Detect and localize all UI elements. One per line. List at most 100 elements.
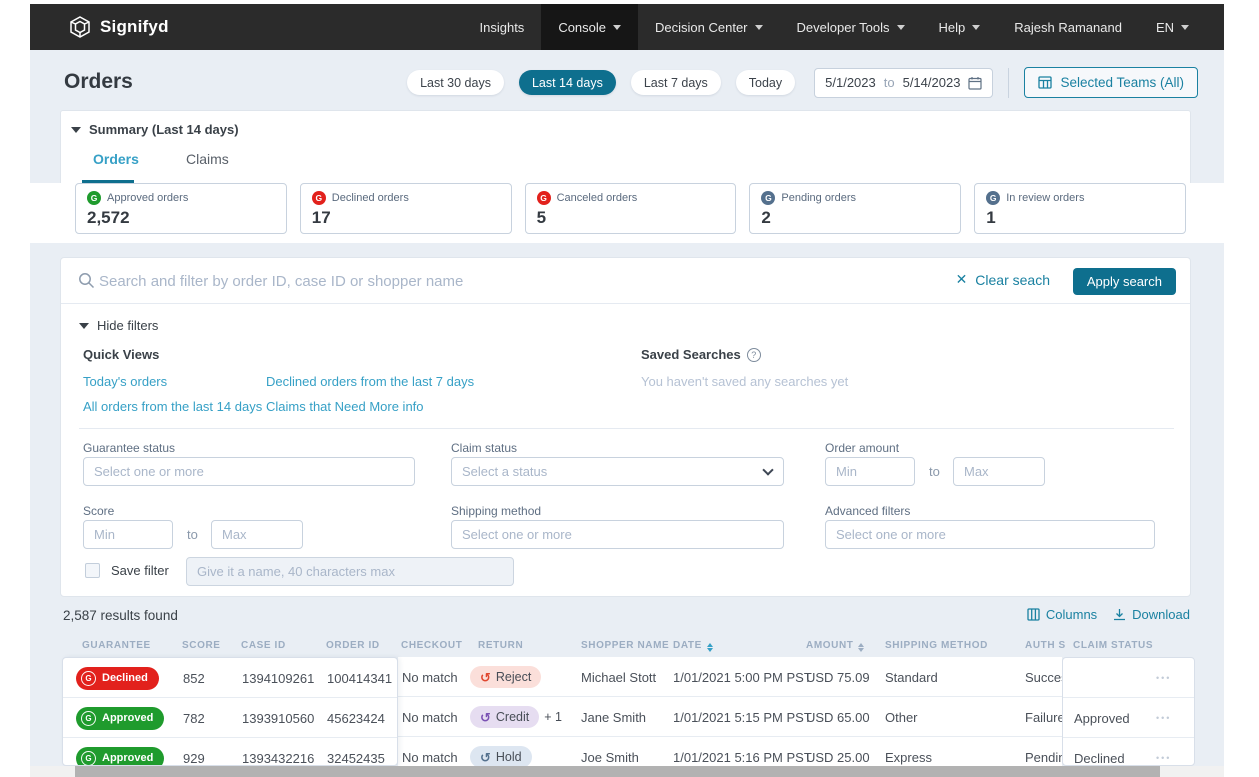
case-id-cell[interactable]: 1394109261 bbox=[242, 658, 314, 698]
active-tab-underline bbox=[82, 180, 134, 183]
col-header-auth-status[interactable]: AUTH S bbox=[1025, 640, 1066, 651]
row-menu-icon[interactable]: ••• bbox=[1156, 738, 1171, 766]
score-cell: 852 bbox=[183, 658, 205, 698]
calendar-icon[interactable] bbox=[968, 76, 982, 90]
tab-claims[interactable]: Claims bbox=[186, 151, 229, 167]
table-row[interactable]: G Declined 852 1394109261 100414341 bbox=[63, 658, 397, 698]
order-id-cell[interactable]: 32452435 bbox=[327, 738, 385, 766]
advanced-filters-input[interactable] bbox=[825, 520, 1155, 549]
horizontal-scrollbar-thumb[interactable] bbox=[75, 766, 1160, 777]
nav-item-console[interactable]: Console bbox=[541, 4, 638, 50]
horizontal-scrollbar-track[interactable] bbox=[30, 766, 1224, 777]
clear-search-button[interactable]: ✕ Clear seach bbox=[956, 271, 1050, 288]
selected-teams-button[interactable]: Selected Teams (All) bbox=[1024, 67, 1198, 98]
guarantee-status-input[interactable] bbox=[83, 457, 415, 486]
range-pill-last-7-days[interactable]: Last 7 days bbox=[631, 70, 721, 95]
chevron-down-icon bbox=[1181, 25, 1189, 30]
search-input[interactable] bbox=[99, 266, 939, 296]
amount-cell: USD 75.09 bbox=[806, 657, 870, 697]
col-header-checkout[interactable]: CHECKOUT bbox=[401, 640, 462, 651]
summary-card-label: Declined orders bbox=[332, 192, 409, 204]
columns-button[interactable]: Columns bbox=[1027, 607, 1097, 622]
guarantee-approved-pill[interactable]: G Approved bbox=[76, 747, 164, 767]
range-pill-last-14-days[interactable]: Last 14 days bbox=[519, 70, 616, 95]
col-header-date[interactable]: DATE bbox=[673, 640, 713, 652]
nav-item-decision-center[interactable]: Decision Center bbox=[638, 4, 780, 50]
signifyd-logo[interactable]: Signifyd bbox=[68, 15, 169, 39]
sort-icon[interactable] bbox=[858, 643, 864, 652]
nav-item-insights[interactable]: Insights bbox=[463, 4, 542, 50]
claim-status-select[interactable] bbox=[451, 457, 784, 486]
quick-view-all-14-days[interactable]: All orders from the last 14 days bbox=[83, 399, 262, 414]
order-amount-min-input[interactable] bbox=[825, 457, 915, 486]
date-range-picker[interactable]: 5/1/2023 to 5/14/2023 bbox=[814, 68, 993, 98]
col-header-shipping-method[interactable]: SHIPPING METHOD bbox=[885, 640, 988, 651]
score-cell: 929 bbox=[183, 738, 205, 766]
guarantee-declined-pill[interactable]: G Declined bbox=[76, 667, 159, 690]
table-row[interactable]: No match ↺Hold Joe Smith 1/01/2021 5:16 … bbox=[398, 737, 1062, 766]
table-row[interactable]: No match ↺Reject Michael Stott 1/01/2021… bbox=[398, 657, 1062, 697]
save-filter-name-input[interactable] bbox=[186, 557, 514, 586]
quick-view-claims-more-info[interactable]: Claims that Need More info bbox=[266, 399, 424, 414]
chevron-down-icon bbox=[897, 25, 905, 30]
save-filter-label: Save filter bbox=[111, 563, 169, 578]
date-range-controls: Last 30 days Last 14 days Last 7 days To… bbox=[407, 67, 1198, 98]
quick-view-todays-orders[interactable]: Today's orders bbox=[83, 374, 167, 389]
col-header-shopper-name[interactable]: SHOPPER NAME bbox=[581, 640, 669, 651]
case-id-cell[interactable]: 1393910560 bbox=[242, 698, 314, 738]
table-row[interactable]: ••• bbox=[1063, 658, 1194, 698]
tab-orders[interactable]: Orders bbox=[93, 151, 139, 167]
search-filter-panel: ✕ Clear seach Apply search Hide filters … bbox=[60, 257, 1191, 597]
guarantee-seal-icon: G bbox=[81, 751, 96, 766]
date-from-value[interactable]: 5/1/2023 bbox=[825, 75, 876, 90]
summary-collapse-toggle[interactable]: Summary (Last 14 days) bbox=[71, 122, 239, 137]
range-pill-last-30-days[interactable]: Last 30 days bbox=[407, 70, 504, 95]
col-header-score[interactable]: SCORE bbox=[182, 640, 221, 651]
nav-item-language[interactable]: EN bbox=[1139, 4, 1206, 50]
order-amount-max-input[interactable] bbox=[953, 457, 1045, 486]
table-row[interactable]: Declined ••• bbox=[1063, 738, 1194, 766]
quick-view-declined-7-days[interactable]: Declined orders from the last 7 days bbox=[266, 374, 474, 389]
case-id-cell[interactable]: 1393432216 bbox=[242, 738, 314, 766]
summary-card-label: Pending orders bbox=[781, 192, 856, 204]
top-navbar: Signifyd Insights Console Decision Cente… bbox=[30, 4, 1224, 50]
summary-card-in-review: G In review orders 1 bbox=[974, 183, 1186, 234]
table-row[interactable]: Approved ••• bbox=[1063, 698, 1194, 738]
col-header-guarantee[interactable]: GUARANTEE bbox=[82, 640, 151, 651]
download-button[interactable]: Download bbox=[1113, 607, 1190, 622]
col-header-claim-status[interactable]: CLAIM STATUS bbox=[1073, 640, 1153, 651]
save-filter-checkbox[interactable] bbox=[85, 563, 100, 578]
nav-item-user[interactable]: Rajesh Ramanand bbox=[997, 4, 1139, 50]
guarantee-approved-pill[interactable]: G Approved bbox=[76, 707, 164, 730]
chevron-down-icon bbox=[613, 25, 621, 30]
score-min-input[interactable] bbox=[83, 520, 173, 549]
help-icon[interactable]: ? bbox=[747, 348, 761, 362]
row-menu-icon[interactable]: ••• bbox=[1156, 658, 1171, 698]
sort-icon[interactable] bbox=[707, 643, 713, 652]
table-row[interactable]: G Approved 782 1393910560 45623424 bbox=[63, 698, 397, 738]
shipping-cell: Other bbox=[885, 697, 918, 737]
claim-status-input[interactable] bbox=[451, 457, 784, 486]
order-id-cell[interactable]: 45623424 bbox=[327, 698, 385, 738]
auth-status-cell: Failure bbox=[1025, 697, 1062, 737]
shipping-cell: Express bbox=[885, 737, 932, 766]
col-header-return[interactable]: RETURN bbox=[478, 640, 523, 651]
shipping-method-input[interactable] bbox=[451, 520, 784, 549]
range-pill-today[interactable]: Today bbox=[736, 70, 795, 95]
col-header-order-id[interactable]: ORDER ID bbox=[326, 640, 380, 651]
col-header-case-id[interactable]: CASE ID bbox=[241, 640, 286, 651]
nav-item-help[interactable]: Help bbox=[922, 4, 998, 50]
apply-search-button[interactable]: Apply search bbox=[1073, 268, 1176, 295]
date-to-value[interactable]: 5/14/2023 bbox=[903, 75, 961, 90]
guarantee-seal-icon: G bbox=[81, 671, 96, 686]
nav-item-developer-tools[interactable]: Developer Tools bbox=[780, 4, 922, 50]
summary-card-value: 17 bbox=[312, 208, 500, 228]
saved-searches-title: Saved Searches ? bbox=[641, 347, 761, 362]
score-max-input[interactable] bbox=[211, 520, 303, 549]
hide-filters-toggle[interactable]: Hide filters bbox=[79, 318, 158, 333]
order-id-cell[interactable]: 100414341 bbox=[327, 658, 392, 698]
col-header-amount[interactable]: AMOUNT bbox=[806, 640, 864, 652]
table-row[interactable]: G Approved 929 1393432216 32452435 bbox=[63, 738, 397, 766]
table-row[interactable]: No match ↺Credit + 1 Jane Smith 1/01/202… bbox=[398, 697, 1062, 737]
row-menu-icon[interactable]: ••• bbox=[1156, 698, 1171, 738]
